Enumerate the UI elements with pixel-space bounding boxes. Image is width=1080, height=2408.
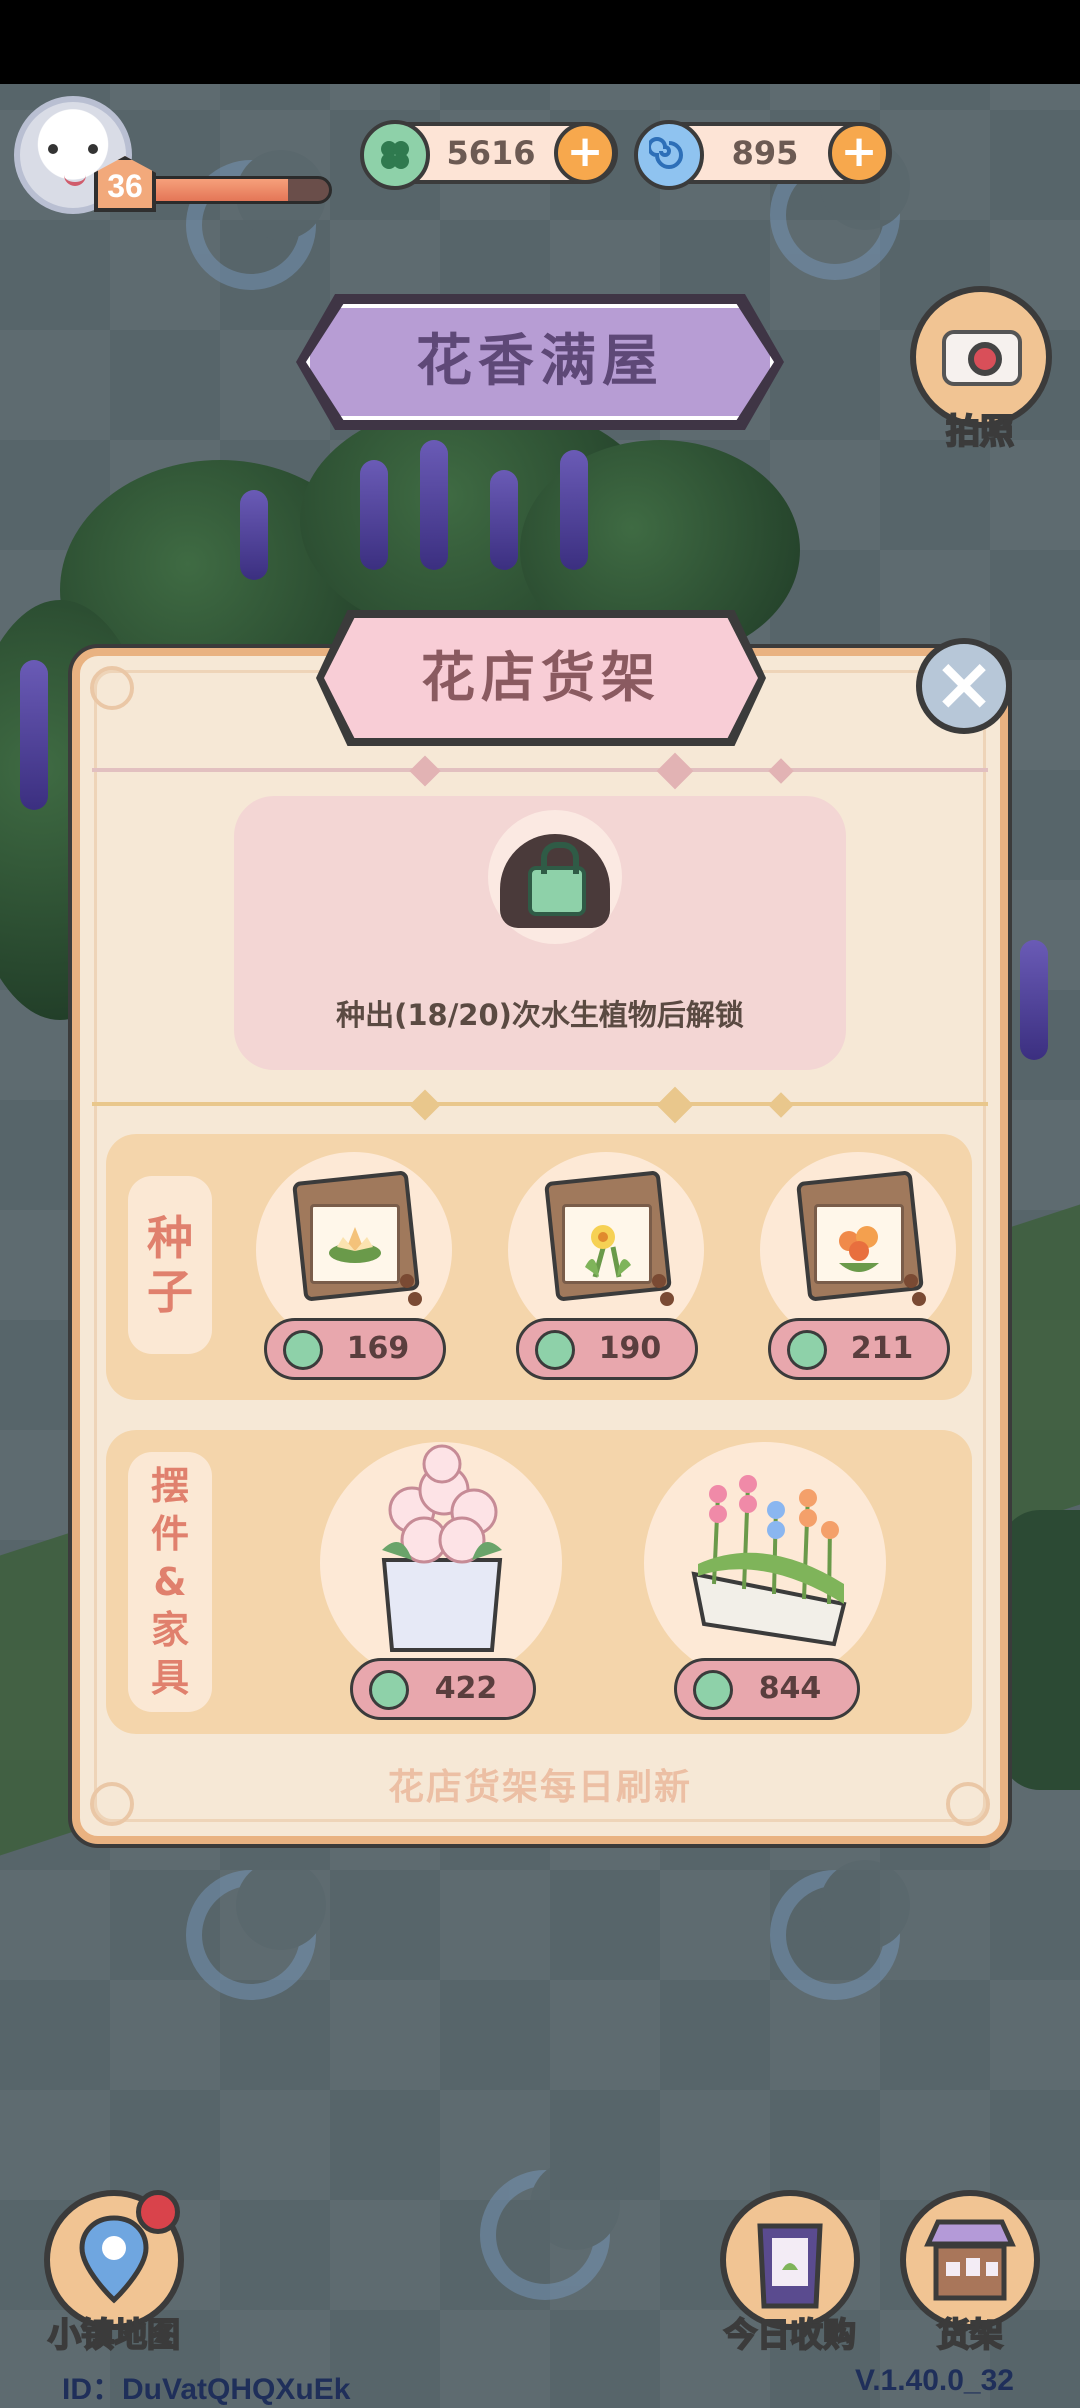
add-swirl-button[interactable]: + <box>828 122 890 184</box>
orange-flower-seed-pack-icon <box>796 1170 926 1306</box>
clover-coin-icon <box>283 1330 323 1370</box>
price-value: 190 <box>598 1331 662 1366</box>
daffodil-seed-pack-icon <box>544 1170 674 1306</box>
today-purchase-label: 今日收购 <box>723 2314 857 2355</box>
divider <box>92 768 988 772</box>
label-char: 子 <box>147 1265 193 1319</box>
blue-swirl-icon <box>634 120 704 190</box>
label-char: 件 <box>150 1512 189 1556</box>
decor-price-1[interactable]: 422 <box>350 1658 536 1720</box>
wisteria-flower <box>20 660 48 810</box>
moon-watermark-icon <box>770 1860 910 2000</box>
price-value: 844 <box>758 1671 822 1706</box>
level-value: 36 <box>107 168 143 204</box>
user-id: ID：DuVatQHQXuEk <box>62 2373 351 2406</box>
seeds-category-label: 种 子 <box>128 1176 212 1354</box>
town-map-label: 小镇地图 <box>47 2314 181 2355</box>
clover-coin-icon <box>693 1670 733 1710</box>
house-title: 花香满屋 <box>416 329 664 394</box>
label-char: & <box>153 1560 187 1604</box>
seed-price-3[interactable]: 211 <box>768 1318 950 1380</box>
house-title-banner: 花香满屋 <box>296 294 784 430</box>
clover-coin-icon <box>535 1330 575 1370</box>
pink-hydrangea-pot-icon <box>381 1444 503 1652</box>
seed-price-1[interactable]: 169 <box>264 1318 446 1380</box>
version-text: V.1.40.0_32 <box>854 2364 1014 2397</box>
price-value: 169 <box>346 1331 410 1366</box>
camera-icon <box>942 330 1022 386</box>
water-lily-seed-pack-icon <box>292 1170 422 1306</box>
notification-dot <box>136 2190 180 2234</box>
wisteria-flower <box>420 440 448 570</box>
seed-price-2[interactable]: 190 <box>516 1318 698 1380</box>
close-button[interactable]: × <box>916 638 1012 734</box>
signboard-icon <box>757 2223 823 2309</box>
moon-watermark-icon <box>186 1860 326 2000</box>
level-progress-fill <box>143 179 289 201</box>
camera-label: 拍照 <box>945 411 1015 453</box>
clover-coin-icon <box>360 120 430 190</box>
flower-planter-box-icon <box>691 1475 847 1647</box>
wisteria-flower <box>1020 940 1048 1060</box>
lock-icon <box>528 842 586 916</box>
status-bar <box>0 0 1080 84</box>
wisteria-flower <box>360 460 388 570</box>
price-value: 211 <box>850 1331 914 1366</box>
clover-coin-icon <box>787 1330 827 1370</box>
locked-section: 种出(18/20)次水生植物后解锁 <box>234 796 846 1070</box>
clover-coin-icon <box>369 1670 409 1710</box>
shelf-label: 货架 <box>936 2314 1004 2355</box>
cat-mouth <box>64 174 86 186</box>
potted-plant <box>1000 1510 1080 1790</box>
cat-face-icon <box>42 138 104 178</box>
clover-amount: 5616 <box>446 134 536 172</box>
unlock-condition-text: 种出(18/20)次水生植物后解锁 <box>336 998 744 1032</box>
clover-currency: 5616 + <box>360 120 618 190</box>
panel-title: 花店货架 <box>421 646 661 709</box>
label-char: 具 <box>150 1656 189 1700</box>
divider <box>92 1102 988 1106</box>
wisteria-flower <box>490 470 518 570</box>
panel-title-banner: 花店货架 <box>316 610 766 746</box>
decor-category-label: 摆 件 & 家 具 <box>128 1452 212 1712</box>
swirl-currency: 895 + <box>634 120 892 190</box>
label-char: 种 <box>147 1211 193 1265</box>
add-clover-button[interactable]: + <box>554 122 616 184</box>
moon-watermark-icon <box>480 2160 620 2300</box>
price-value: 422 <box>434 1671 498 1706</box>
decor-price-2[interactable]: 844 <box>674 1658 860 1720</box>
wisteria-flower <box>560 450 588 570</box>
label-char: 家 <box>150 1608 189 1652</box>
wisteria-flower <box>240 490 268 580</box>
market-stall-icon <box>924 2219 1016 2301</box>
label-char: 摆 <box>150 1464 189 1508</box>
swirl-amount: 895 <box>731 134 799 172</box>
level-progress-bar <box>140 176 332 204</box>
close-icon: × <box>932 641 995 727</box>
refresh-note: 花店货架每日刷新 <box>387 1767 692 1808</box>
